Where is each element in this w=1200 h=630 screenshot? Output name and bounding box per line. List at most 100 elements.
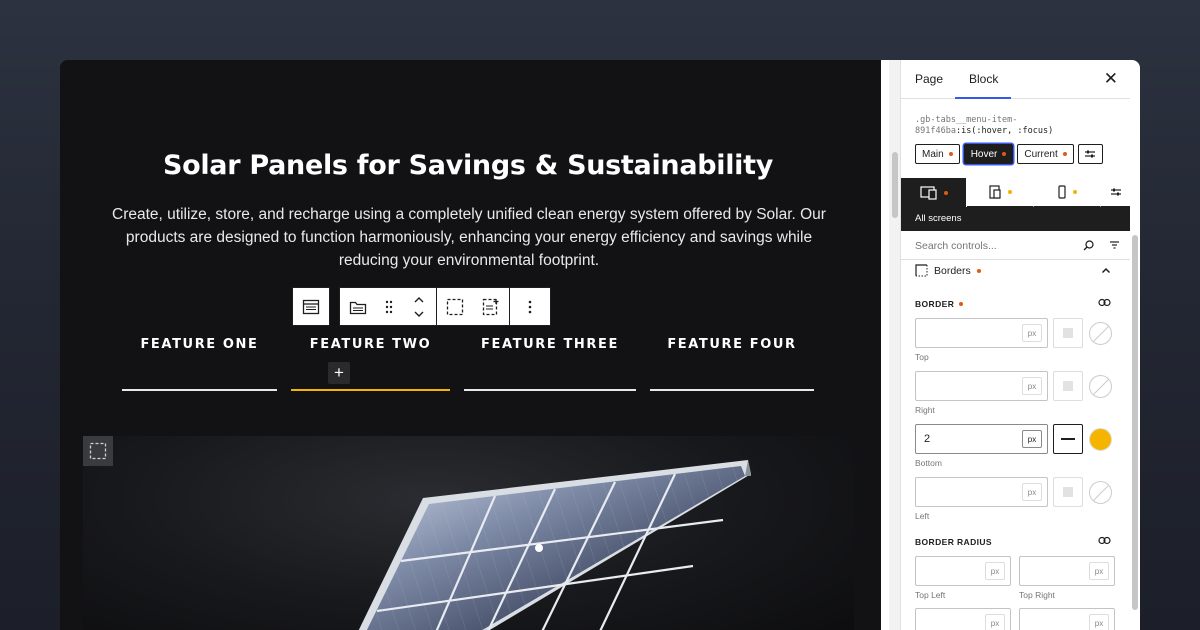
border-right-width-input[interactable]: px — [915, 371, 1048, 401]
tab-block-type-icon[interactable] — [340, 288, 376, 325]
toolbar-block-group — [339, 287, 551, 326]
border-right-caption: Right — [915, 405, 935, 415]
select-area-icon[interactable] — [83, 436, 113, 466]
border-radius-label: BORDER RADIUS — [915, 537, 992, 547]
select-area-icon[interactable] — [437, 288, 473, 325]
modified-indicator — [948, 152, 953, 156]
border-radius-section-label: BORDER RADIUS — [915, 537, 992, 547]
border-bottom-color-swatch[interactable] — [1089, 428, 1112, 451]
border-section-label: BORDER — [915, 299, 964, 309]
close-icon[interactable]: ✕ — [1104, 69, 1118, 89]
modified-indicator — [1002, 152, 1007, 156]
move-up-down-icon[interactable] — [413, 295, 425, 319]
border-bottom-width-input[interactable]: 2 px — [915, 424, 1048, 454]
device-all-button[interactable] — [901, 178, 967, 207]
radius-bottom-right-input[interactable]: px — [1019, 608, 1115, 630]
sidebar-scrollbar[interactable] — [1130, 235, 1140, 630]
border-top-style-button[interactable] — [1053, 318, 1083, 348]
state-current-button[interactable]: Current — [1017, 144, 1074, 164]
canvas-scrollbar[interactable] — [889, 60, 900, 630]
radius-top-right-caption: Top Right — [1019, 590, 1055, 600]
add-block-button[interactable]: + — [328, 362, 350, 384]
unit-selector[interactable]: px — [985, 562, 1005, 580]
border-bottom-style-button[interactable] — [1053, 424, 1083, 454]
solar-panel-image[interactable] — [83, 436, 854, 630]
border-label: BORDER — [915, 299, 955, 309]
link-icon[interactable] — [1098, 536, 1111, 545]
border-bottom-caption: Bottom — [915, 458, 942, 468]
modified-indicator — [1062, 152, 1067, 156]
state-selector: Main Hover Current — [915, 144, 1103, 164]
unit-selector[interactable]: px — [1022, 377, 1042, 395]
tab-feature-two[interactable]: FEATURE TWO — [291, 337, 450, 352]
unit-selector[interactable]: px — [985, 614, 1005, 630]
unit-selector[interactable]: px — [1022, 430, 1042, 448]
search-controls-input[interactable] — [915, 239, 1075, 253]
selector-line-1: .gb-tabs__menu-item- — [915, 115, 1018, 125]
add-tab-icon[interactable] — [473, 288, 509, 325]
select-parent-icon[interactable] — [293, 288, 329, 325]
modified-indicator — [976, 268, 981, 273]
radius-top-left-input[interactable]: px — [915, 556, 1011, 586]
border-left-style-button[interactable] — [1053, 477, 1083, 507]
link-icon[interactable] — [1098, 298, 1111, 307]
tab-block[interactable]: Block — [969, 72, 998, 86]
state-hover-button[interactable]: Hover — [963, 144, 1014, 164]
unit-selector[interactable]: px — [1022, 483, 1042, 501]
modified-indicator — [943, 190, 948, 195]
state-hover-label: Hover — [970, 148, 998, 160]
modified-indicator — [1008, 190, 1012, 194]
tab-underline — [650, 389, 814, 391]
unit-selector[interactable]: px — [1022, 324, 1042, 342]
hero-title[interactable]: Solar Panels for Savings & Sustainabilit… — [60, 150, 876, 181]
sidebar-content: Page Block ✕ .gb-tabs__menu-item- 891f46… — [901, 60, 1130, 630]
border-left-caption: Left — [915, 511, 930, 521]
state-current-label: Current — [1024, 148, 1058, 160]
toolbar-parent-group — [292, 287, 330, 326]
css-selector: .gb-tabs__menu-item- 891f46ba:is(:hover,… — [915, 115, 1053, 137]
border-left-width-input[interactable]: px — [915, 477, 1048, 507]
hero-description[interactable]: Create, utilize, store, and recharge usi… — [96, 203, 842, 272]
border-left-color-swatch[interactable] — [1089, 481, 1112, 504]
selector-id: 891f46ba — [915, 126, 956, 136]
editor-window: Solar Panels for Savings & Sustainabilit… — [60, 60, 1140, 630]
border-style-icon — [915, 264, 928, 277]
device-mobile-button[interactable] — [1034, 178, 1101, 207]
border-right-color-swatch[interactable] — [1089, 375, 1112, 398]
border-right-style-button[interactable] — [1053, 371, 1083, 401]
borders-panel-toggle[interactable]: Borders — [915, 264, 981, 277]
device-tablet-button[interactable] — [967, 178, 1034, 207]
tab-underline — [464, 389, 636, 391]
block-toolbar — [292, 287, 551, 326]
drag-handle-icon[interactable] — [376, 288, 402, 325]
chevron-up-icon[interactable] — [1101, 267, 1111, 274]
border-top-color-swatch[interactable] — [1089, 322, 1112, 345]
mobile-icon — [1058, 185, 1066, 199]
tab-feature-one[interactable]: FEATURE ONE — [122, 337, 277, 352]
modified-indicator — [959, 302, 964, 306]
state-main-button[interactable]: Main — [915, 144, 960, 164]
tab-underline-active — [291, 389, 450, 391]
editor-canvas[interactable]: Solar Panels for Savings & Sustainabilit… — [60, 60, 881, 630]
filter-icon[interactable] — [1109, 240, 1120, 250]
tab-underline — [122, 389, 277, 391]
sidebar-tabs: Page Block ✕ — [901, 60, 1130, 99]
border-top-caption: Top — [915, 352, 929, 362]
unit-selector[interactable]: px — [1089, 562, 1109, 580]
search-controls — [901, 231, 1130, 260]
border-top-width-input[interactable]: px — [915, 318, 1048, 348]
state-main-label: Main — [922, 148, 944, 160]
search-icon[interactable] — [1083, 240, 1094, 251]
active-tab-indicator — [955, 97, 1011, 99]
tab-page[interactable]: Page — [915, 72, 943, 86]
device-selector: All screens — [901, 178, 1130, 231]
device-settings-icon[interactable] — [1101, 178, 1130, 207]
radius-bottom-left-input[interactable]: px — [915, 608, 1011, 630]
tab-feature-four[interactable]: FEATURE FOUR — [650, 337, 814, 352]
radius-top-right-input[interactable]: px — [1019, 556, 1115, 586]
unit-selector[interactable]: px — [1089, 614, 1109, 630]
tab-feature-three[interactable]: FEATURE THREE — [464, 337, 636, 352]
state-settings-icon[interactable] — [1077, 144, 1103, 164]
more-options-icon[interactable] — [510, 288, 550, 325]
border-bottom-value: 2 — [924, 433, 931, 445]
